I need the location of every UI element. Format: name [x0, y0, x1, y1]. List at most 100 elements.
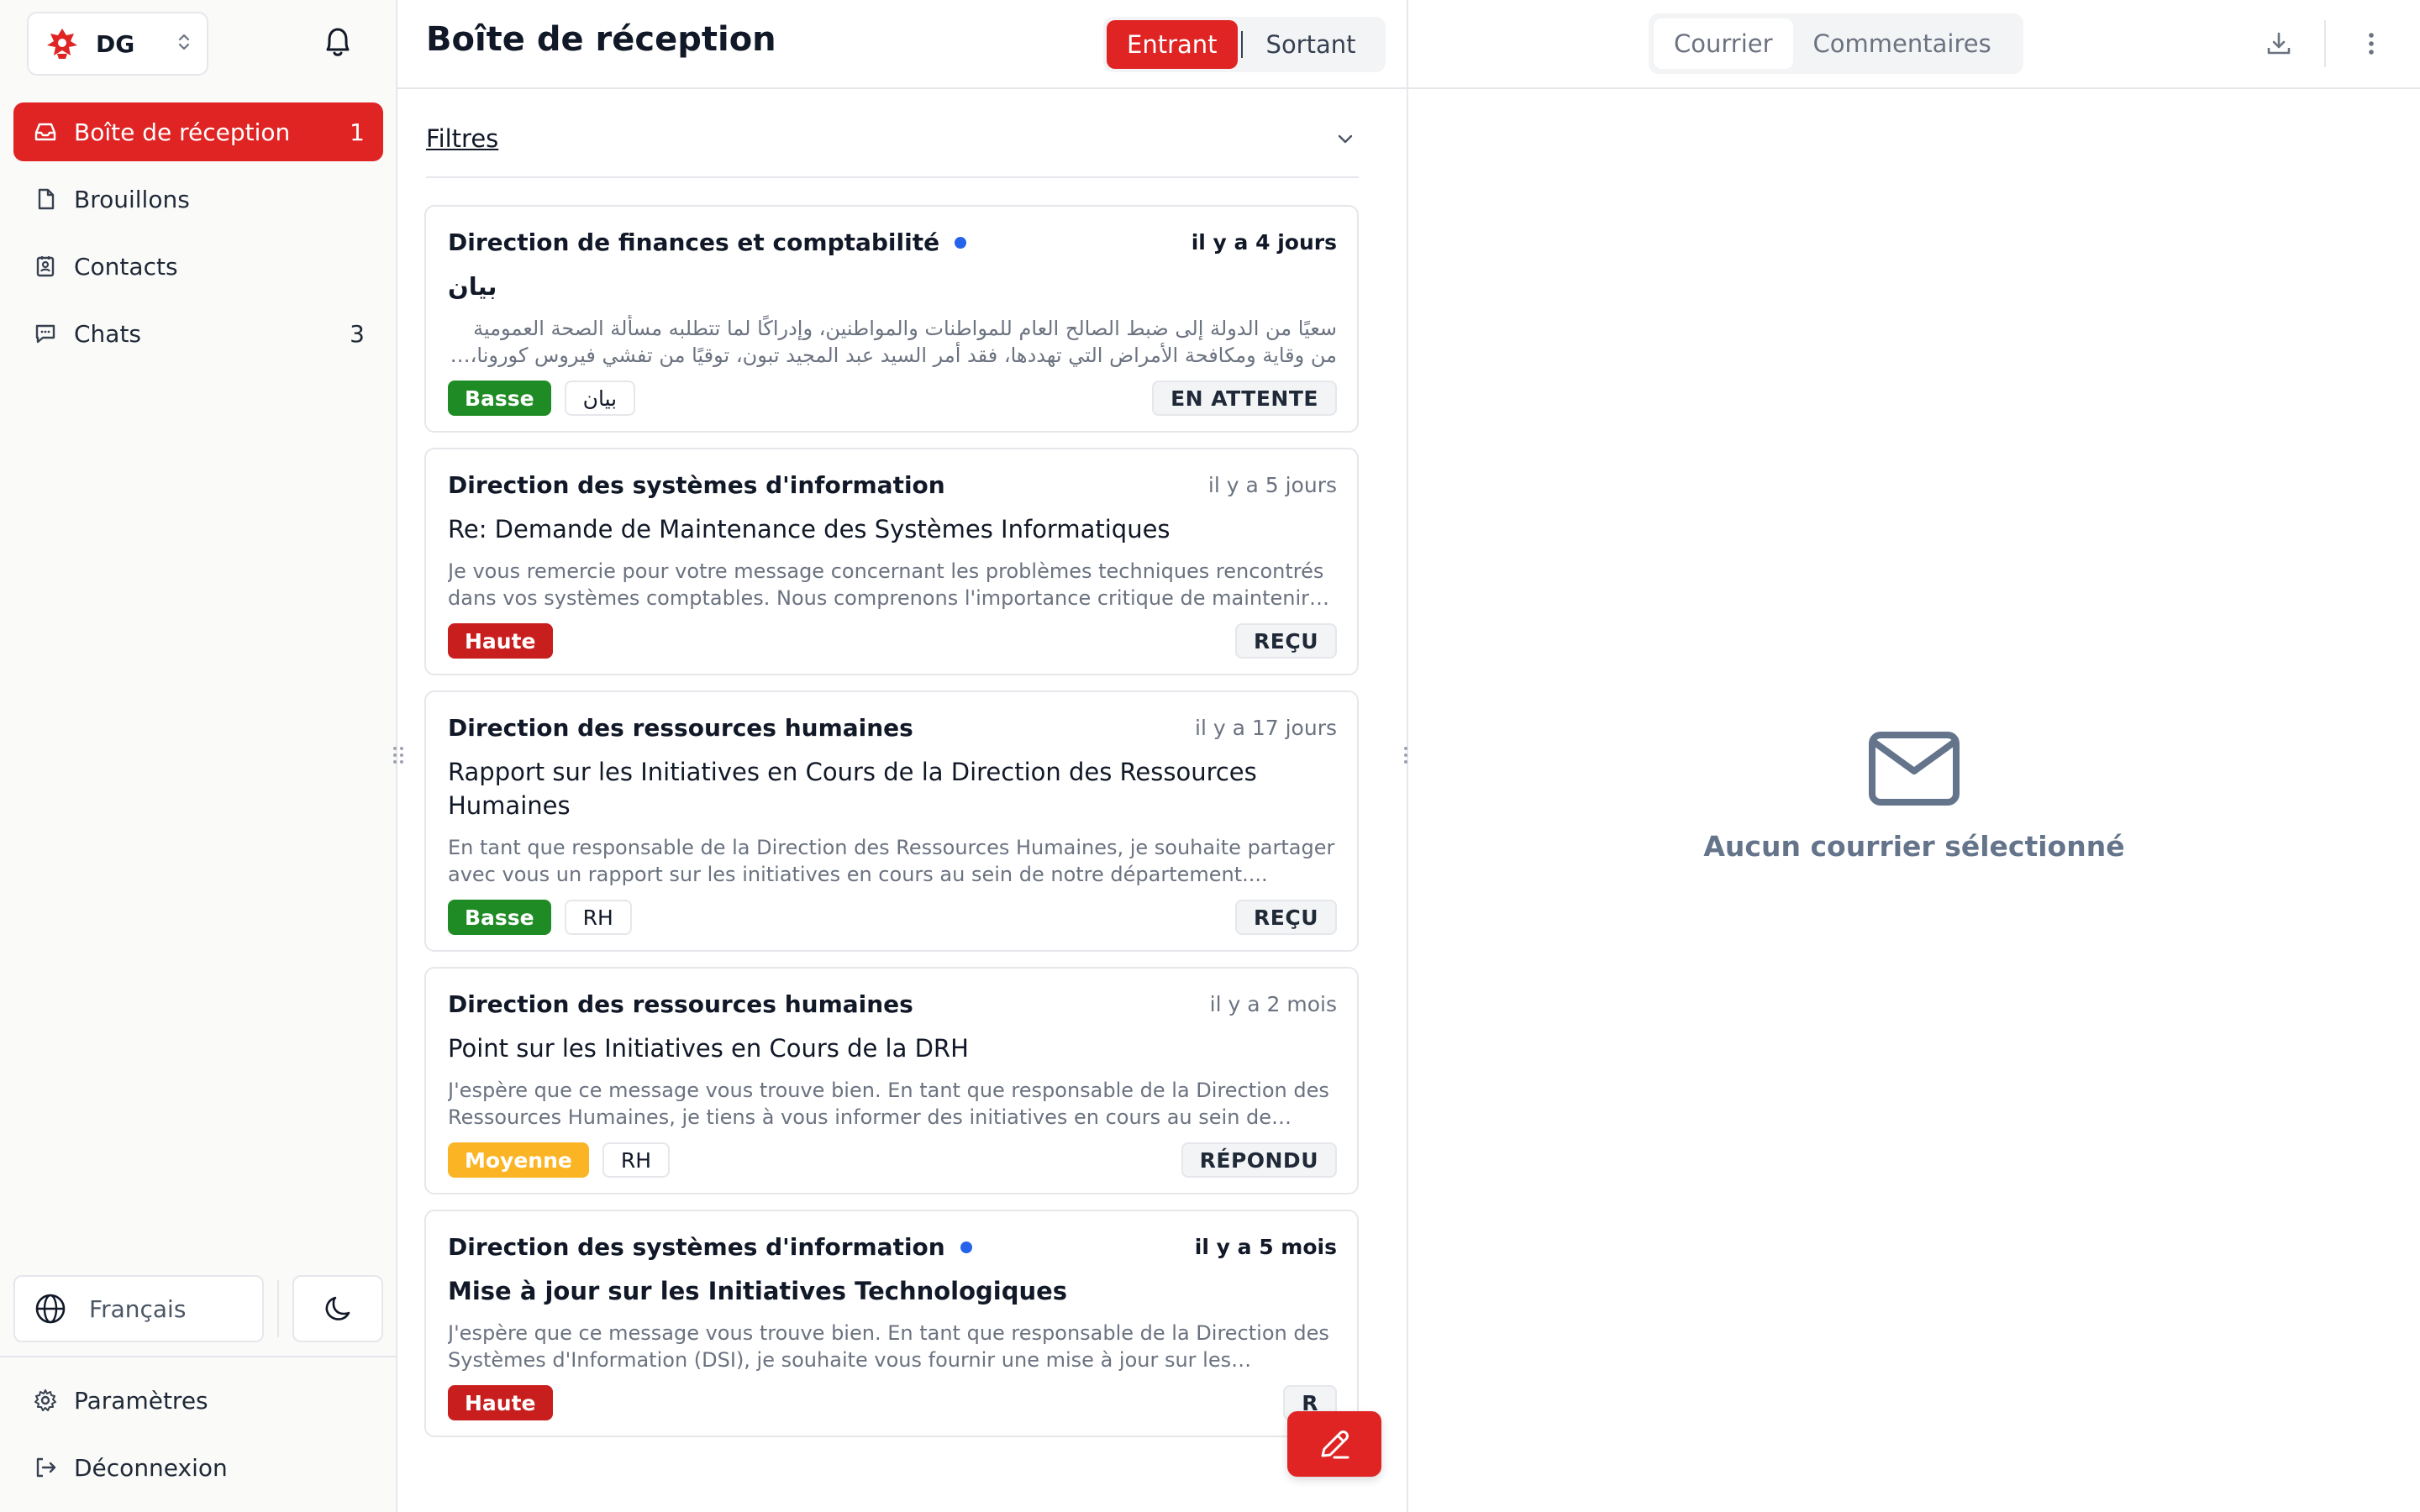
- mail-time: il y a 2 mois: [1209, 992, 1337, 1016]
- gear-icon: [32, 1387, 59, 1414]
- filters-label: Filtres: [426, 124, 499, 153]
- category-badge: بيان: [564, 381, 636, 416]
- mail-detail-panel: Courrier Commentaires Aucun courrier sél…: [1408, 0, 2420, 1512]
- tab-comments[interactable]: Commentaires: [1793, 18, 2012, 69]
- divider: [277, 1280, 279, 1337]
- contact-card-icon: [32, 253, 59, 280]
- theme-toggle-button[interactable]: [292, 1275, 383, 1342]
- sidebar-item-label: Chats: [74, 319, 142, 348]
- mail-preview: J'espère que ce message vous trouve bien…: [448, 1079, 1329, 1129]
- mail-time: il y a 5 mois: [1194, 1235, 1337, 1259]
- more-options-button[interactable]: [2353, 25, 2390, 62]
- mail-time: il y a 5 jours: [1207, 473, 1337, 497]
- sidebar-item-label: Paramètres: [74, 1386, 208, 1415]
- mail-card[interactable]: Direction des systèmes d'information il …: [424, 448, 1359, 675]
- download-button[interactable]: [2260, 25, 2297, 62]
- mail-card[interactable]: Direction de finances et comptabilité il…: [424, 205, 1359, 433]
- logout-icon: [32, 1454, 59, 1481]
- mail-subject: Point sur les Initiatives en Cours de la…: [448, 1034, 969, 1063]
- page-title: Boîte de réception: [426, 20, 776, 59]
- sidebar-item-logout[interactable]: Déconnexion: [13, 1438, 383, 1497]
- mail-preview: سعيًا من الدولة إلى ضبط الصالح العام للم…: [470, 317, 1337, 367]
- unread-indicator: [955, 236, 967, 249]
- organization-name: DG: [96, 29, 135, 58]
- priority-badge: Basse: [448, 900, 551, 935]
- mail-card[interactable]: Direction des ressources humaines il y a…: [424, 690, 1359, 952]
- bottom-navigation: Paramètres Déconnexion: [13, 1371, 383, 1505]
- priority-badge: Basse: [448, 381, 551, 416]
- priority-badge: Haute: [448, 1385, 553, 1420]
- compose-button[interactable]: [1287, 1411, 1381, 1477]
- category-badge: RH: [602, 1142, 671, 1178]
- eagle-emblem-icon: [47, 29, 77, 59]
- inbox-icon: [32, 118, 59, 145]
- download-icon: [2267, 32, 2291, 55]
- sidebar-item-inbox[interactable]: Boîte de réception 1: [13, 102, 383, 161]
- resize-handle-left[interactable]: [391, 743, 406, 768]
- mail-list-header: Boîte de réception Entrant Sortant: [397, 0, 1407, 89]
- sidebar: DG Boîte de réception 1 Brouillons Conta…: [0, 0, 397, 1512]
- divider: [2324, 20, 2326, 67]
- divider: [0, 1356, 396, 1357]
- mail-card[interactable]: Direction des ressources humaines il y a…: [424, 967, 1359, 1194]
- mail-subject: Mise à jour sur les Initiatives Technolo…: [448, 1277, 1068, 1305]
- sidebar-item-label: Brouillons: [74, 185, 190, 213]
- unread-count-badge: 1: [350, 118, 365, 146]
- mail-time: il y a 4 jours: [1191, 230, 1337, 255]
- sidebar-item-contacts[interactable]: Contacts: [13, 237, 383, 296]
- tab-mail[interactable]: Courrier: [1654, 18, 1793, 69]
- priority-badge: Moyenne: [448, 1142, 589, 1178]
- mail-list-panel: Boîte de réception Entrant Sortant Filtr…: [397, 0, 1408, 1512]
- sidebar-item-label: Déconnexion: [74, 1453, 228, 1482]
- sidebar-item-drafts[interactable]: Brouillons: [13, 170, 383, 228]
- tab-incoming[interactable]: Entrant: [1107, 20, 1238, 69]
- chevron-down-icon: [1338, 134, 1353, 144]
- language-selector[interactable]: Français: [13, 1275, 264, 1342]
- status-badge: REÇU: [1235, 623, 1337, 659]
- mail-preview: Je vous remercie pour votre message conc…: [448, 559, 1324, 610]
- sidebar-item-label: Boîte de réception: [74, 118, 291, 146]
- mail-sender: Direction des systèmes d'information: [448, 471, 945, 499]
- pencil-icon: [1321, 1431, 1349, 1459]
- chevron-up-down-icon: [176, 31, 192, 57]
- mail-time: il y a 17 jours: [1195, 716, 1337, 740]
- moon-icon: [325, 1296, 350, 1320]
- mail-subject: بيان: [448, 272, 497, 301]
- sidebar-item-chats[interactable]: Chats 3: [13, 304, 383, 363]
- sidebar-item-settings[interactable]: Paramètres: [13, 1371, 383, 1430]
- unread-indicator: [960, 1241, 972, 1253]
- sidebar-item-label: Contacts: [74, 252, 178, 281]
- organization-selector[interactable]: DG: [27, 12, 208, 76]
- chat-bubble-icon: [32, 320, 59, 347]
- mail-preview: En tant que responsable de la Direction …: [448, 836, 1335, 886]
- detail-header: Courrier Commentaires: [1408, 0, 2420, 89]
- tab-outgoing[interactable]: Sortant: [1246, 20, 1376, 69]
- notifications-button[interactable]: [316, 20, 360, 64]
- empty-state-text: Aucun courrier sélectionné: [1703, 830, 2125, 863]
- mail-sender: Direction des ressources humaines: [448, 714, 913, 742]
- main-navigation: Boîte de réception 1 Brouillons Contacts…: [13, 102, 383, 371]
- mail-card[interactable]: Direction des systèmes d'information il …: [424, 1210, 1359, 1437]
- empty-state: Aucun courrier sélectionné: [1408, 731, 2420, 863]
- more-vertical-icon: [2369, 33, 2374, 55]
- mail-sender: Direction de finances et comptabilité: [448, 228, 940, 256]
- chats-count-badge: 3: [350, 319, 365, 348]
- detail-view-toggle: Courrier Commentaires: [1649, 13, 2023, 74]
- category-badge: RH: [564, 900, 632, 935]
- mail-subject: Re: Demande de Maintenance des Systèmes …: [448, 515, 1171, 543]
- mail-list: Direction de finances et comptabilité il…: [424, 205, 1359, 1452]
- mail-sender: Direction des ressources humaines: [448, 990, 913, 1018]
- status-badge: RÉPONDU: [1181, 1142, 1337, 1178]
- bell-icon: [326, 28, 350, 56]
- envelope-icon: [1869, 732, 1960, 806]
- mail-subject: Rapport sur les Initiatives en Cours de …: [448, 758, 1257, 820]
- direction-toggle: Entrant Sortant: [1103, 17, 1386, 72]
- document-icon: [32, 186, 59, 213]
- mail-sender: Direction des systèmes d'information: [448, 1233, 945, 1261]
- priority-badge: Haute: [448, 623, 553, 659]
- filters-toggle[interactable]: Filtres: [426, 101, 1359, 178]
- divider: [1240, 31, 1243, 58]
- status-badge: EN ATTENTE: [1152, 381, 1337, 416]
- mail-preview: J'espère que ce message vous trouve bien…: [448, 1321, 1329, 1372]
- status-badge: REÇU: [1235, 900, 1337, 935]
